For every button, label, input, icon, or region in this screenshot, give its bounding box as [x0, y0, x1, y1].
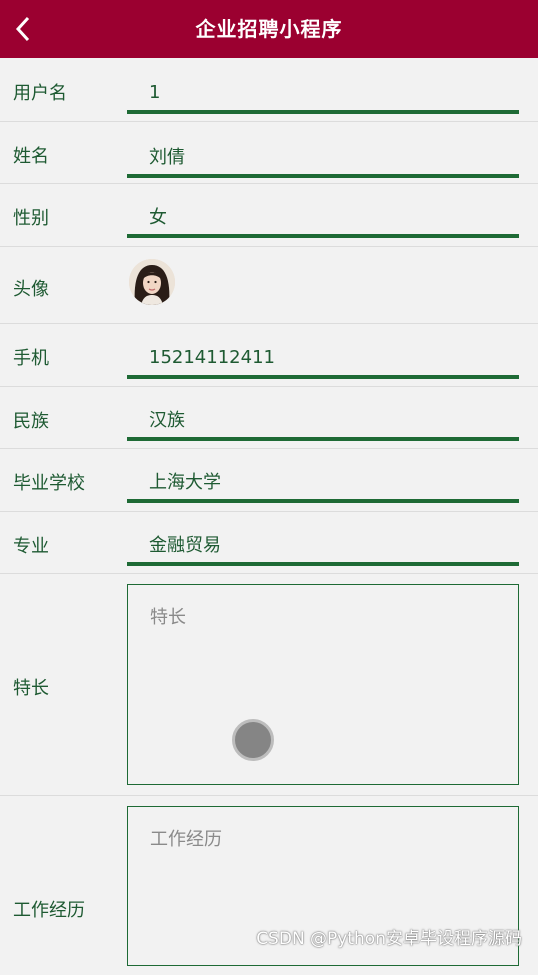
specialty-textarea[interactable]	[150, 603, 500, 753]
touch-indicator	[232, 719, 274, 761]
form-row-major: 专业	[0, 512, 538, 574]
page-title: 企业招聘小程序	[195, 17, 343, 41]
ethnicity-label: 民族	[13, 411, 49, 432]
major-input[interactable]	[149, 530, 509, 558]
form-row-phone: 手机	[0, 324, 538, 387]
gender-label: 性别	[13, 208, 49, 229]
experience-textarea[interactable]	[150, 825, 500, 975]
username-input[interactable]	[149, 78, 509, 106]
name-label: 姓名	[13, 146, 49, 167]
form-row-avatar: 头像	[0, 247, 538, 324]
major-label: 专业	[13, 536, 49, 557]
form-row-username: 用户名	[0, 58, 538, 122]
phone-field	[127, 331, 519, 379]
watermark: CSDN @Python安卓毕设程序源码	[256, 929, 522, 949]
form-row-specialty: 特长	[0, 574, 538, 796]
form-row-name: 姓名	[0, 122, 538, 184]
gender-input[interactable]	[149, 202, 509, 230]
name-input[interactable]	[149, 142, 509, 170]
username-label: 用户名	[13, 83, 67, 104]
avatar-photo	[129, 259, 175, 305]
username-field	[127, 66, 519, 114]
name-field	[127, 130, 519, 178]
gender-field	[127, 190, 519, 238]
specialty-label: 特长	[13, 678, 49, 699]
form-row-ethnicity: 民族	[0, 387, 538, 449]
school-input[interactable]	[149, 467, 509, 495]
specialty-field	[127, 584, 519, 785]
school-field	[127, 455, 519, 503]
experience-label: 工作经历	[13, 900, 85, 921]
app-header: 企业招聘小程序	[0, 0, 538, 58]
avatar[interactable]	[129, 259, 175, 305]
ethnicity-field	[127, 393, 519, 441]
school-label: 毕业学校	[13, 473, 85, 494]
phone-input[interactable]	[149, 343, 509, 371]
major-field	[127, 518, 519, 566]
form-row-gender: 性别	[0, 184, 538, 247]
form-row-school: 毕业学校	[0, 449, 538, 512]
phone-label: 手机	[13, 348, 49, 369]
avatar-label: 头像	[13, 279, 49, 300]
ethnicity-input[interactable]	[149, 405, 509, 433]
